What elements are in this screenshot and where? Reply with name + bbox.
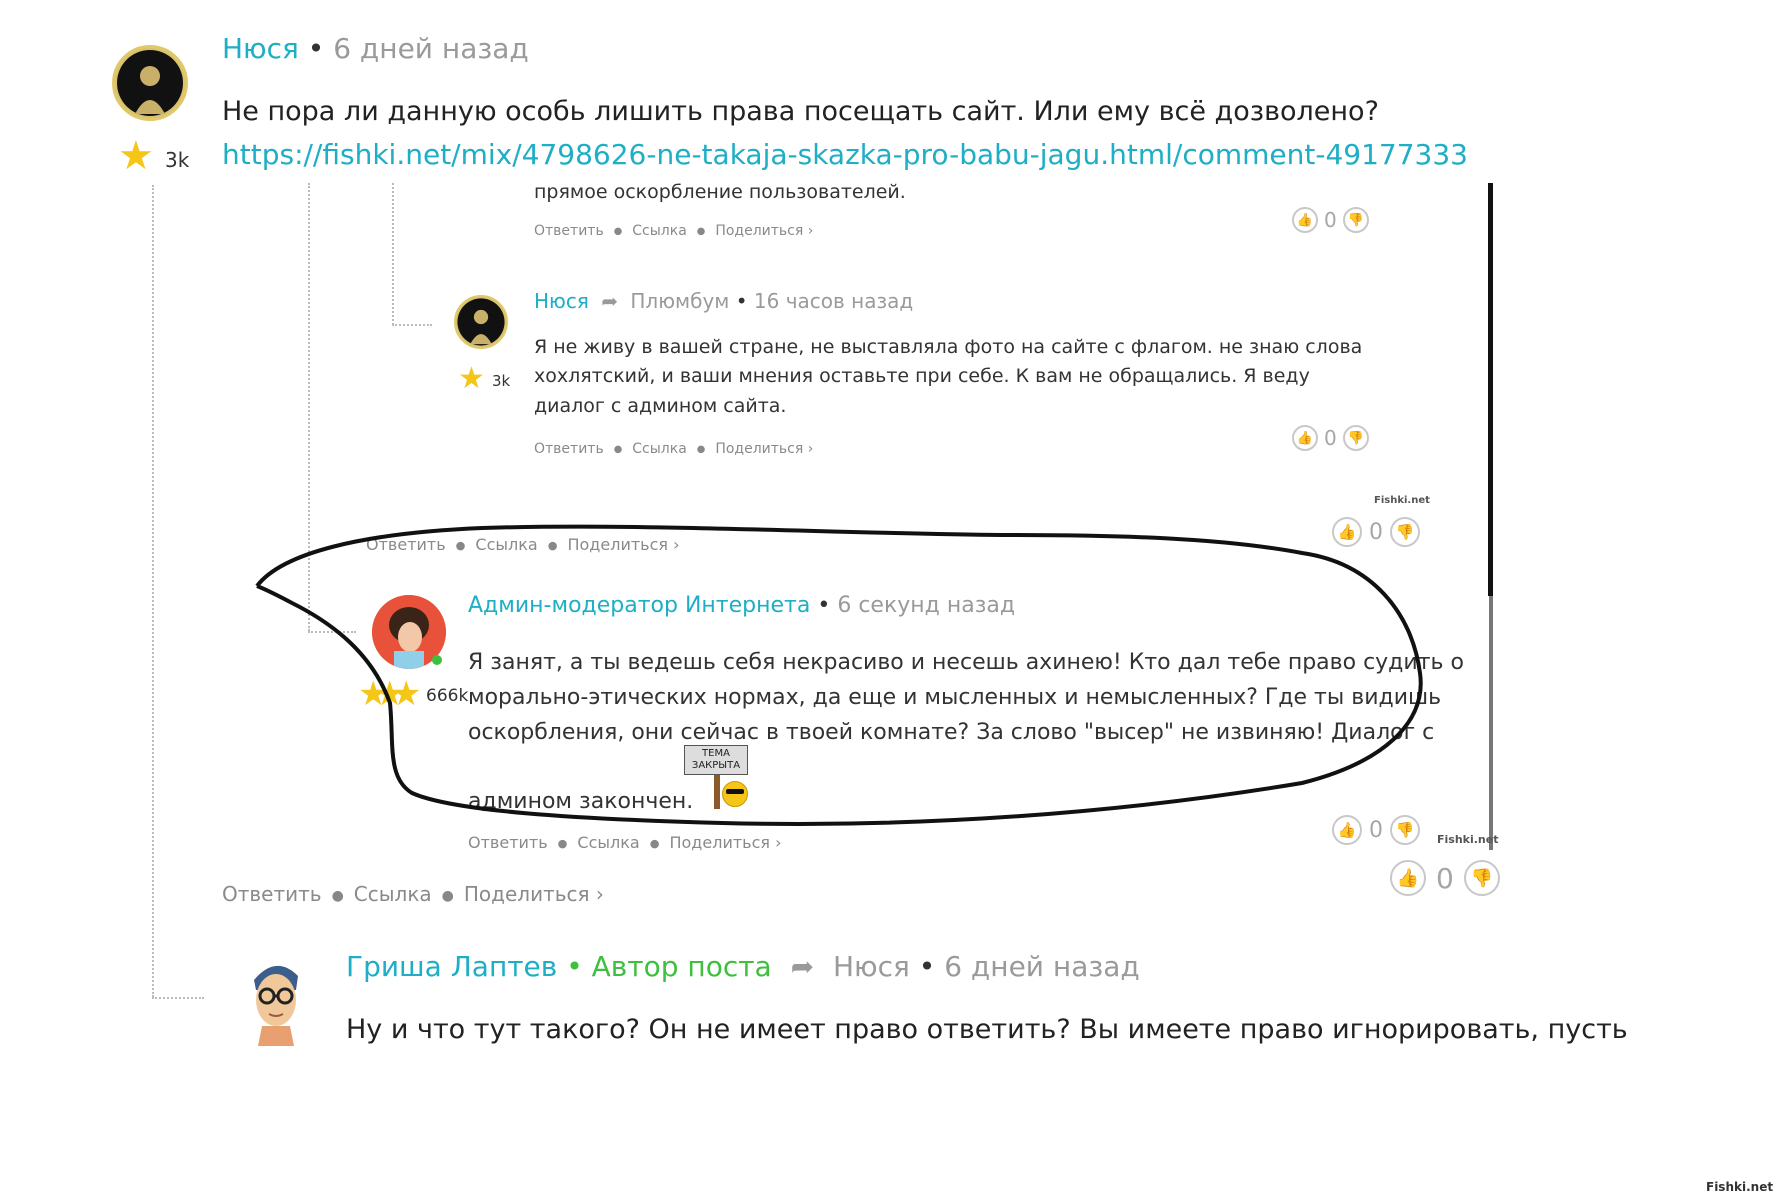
- comment-header: Нюся • 6 дней назад: [222, 32, 529, 65]
- author-badge: Автор поста: [591, 950, 772, 983]
- author-avatar[interactable]: [236, 950, 316, 1046]
- thumbs-down-icon[interactable]: 👎: [1463, 860, 1500, 896]
- separator-dot: •: [307, 32, 325, 65]
- avatar[interactable]: [112, 45, 188, 121]
- reply-to-user[interactable]: Нюся: [833, 950, 910, 983]
- reply-link[interactable]: Ответить: [222, 882, 322, 906]
- comment-text: Не пора ли данную особь лишить права пос…: [222, 96, 1379, 127]
- star-icon: ★: [118, 133, 154, 179]
- permalink[interactable]: Ссылка: [354, 882, 432, 906]
- comment-actions: Ответить ● Ссылка ● Поделиться ›: [222, 882, 604, 906]
- separator-dot: •: [566, 950, 583, 983]
- thread-line: [152, 185, 154, 997]
- reply-arrow-icon: ➦: [790, 950, 815, 983]
- avatar-image: [117, 50, 183, 116]
- vote-count: 0: [1436, 861, 1454, 895]
- comment-link[interactable]: https://fishki.net/mix/4798626-ne-takaja…: [222, 138, 1468, 171]
- avatar-image: [254, 965, 298, 1046]
- separator-dot: •: [918, 950, 936, 983]
- embedded-screenshot: прямое оскорбление пользователей. Ответи…: [222, 181, 1498, 852]
- share-link[interactable]: Поделиться ›: [464, 882, 604, 906]
- author-link[interactable]: Гриша Лаптев: [346, 950, 557, 983]
- comment-header: Гриша Лаптев • Автор поста ➦ Нюся • 6 дн…: [346, 950, 1140, 983]
- thumbs-up-icon[interactable]: 👍: [1390, 860, 1426, 896]
- author-link[interactable]: Нюся: [222, 32, 299, 65]
- comment-text: Ну и что тут такого? Он не имеет право о…: [346, 1014, 1628, 1045]
- comment-time[interactable]: 6 дней назад: [944, 950, 1140, 983]
- user-rating: 3k: [165, 148, 190, 172]
- thread-connector: [152, 997, 204, 999]
- hand-drawn-outline: [255, 524, 1423, 826]
- comment-time[interactable]: 6 дней назад: [333, 32, 529, 65]
- watermark: Fishki.net: [1706, 1180, 1774, 1194]
- vote-widget: 👍 0 👎: [1390, 860, 1500, 896]
